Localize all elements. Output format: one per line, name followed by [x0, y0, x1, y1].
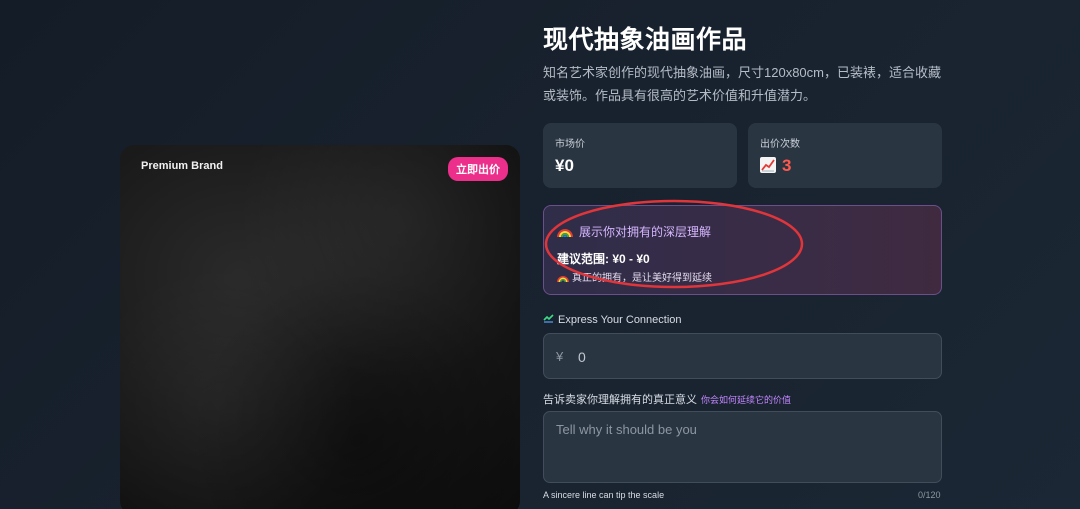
bid-amount-field: ¥ [543, 333, 942, 379]
suggested-range: 建议范围: ¥0 - ¥0 [557, 252, 650, 266]
rainbow-icon [557, 273, 569, 283]
market-price-card: 市场价 ¥0 [543, 123, 737, 188]
chart-increasing-icon [760, 157, 776, 173]
reason-label: 告诉卖家你理解拥有的真正意义 [543, 394, 697, 406]
bid-count-card: 出价次数 3 [748, 123, 942, 188]
insight-heading: 展示你对拥有的深层理解 [579, 225, 712, 239]
page-title: 现代抽象油画作品 [543, 26, 748, 54]
reason-footer-text: A sincere line can tip the scale [543, 490, 665, 500]
reason-label-row: 告诉卖家你理解拥有的真正意义 你会如何延续它的价值 [543, 391, 791, 407]
insight-panel: 展示你对拥有的深层理解 建议范围: ¥0 - ¥0 真正的拥有，是让美好得到延续 [543, 205, 942, 295]
bid-count-label: 出价次数 [760, 139, 800, 150]
rainbow-icon [557, 225, 573, 238]
bid-count-row: 3 [760, 156, 930, 176]
reason-field [543, 411, 942, 483]
market-price-label: 市场价 [555, 139, 585, 150]
bid-count-value: 3 [782, 156, 792, 175]
product-description: 知名艺术家创作的现代抽象油画，尺寸120x80cm，已装裱，适合收藏或装饰。作品… [543, 65, 941, 103]
bid-amount-input[interactable] [578, 345, 918, 369]
brand-label: Premium Brand [141, 160, 223, 172]
link-icon [543, 314, 555, 326]
market-price-value: ¥0 [555, 156, 574, 175]
artwork-texture [120, 145, 520, 509]
connection-label-row: Express Your Connection [543, 314, 682, 326]
bid-now-badge[interactable]: 立即出价 [448, 157, 508, 181]
connection-label: Express Your Connection [558, 314, 682, 326]
insight-heading-row: 展示你对拥有的深层理解 [557, 223, 711, 240]
artwork-image: Premium Brand 立即出价 [120, 145, 520, 509]
insight-note-row: 真正的拥有，是让美好得到延续 [557, 269, 712, 284]
insight-note: 真正的拥有，是让美好得到延续 [572, 273, 712, 284]
reason-hint: 你会如何延续它的价值 [701, 395, 792, 405]
reason-textarea[interactable] [556, 422, 931, 476]
char-counter: 0/120 [918, 490, 941, 500]
currency-symbol: ¥ [556, 349, 564, 364]
